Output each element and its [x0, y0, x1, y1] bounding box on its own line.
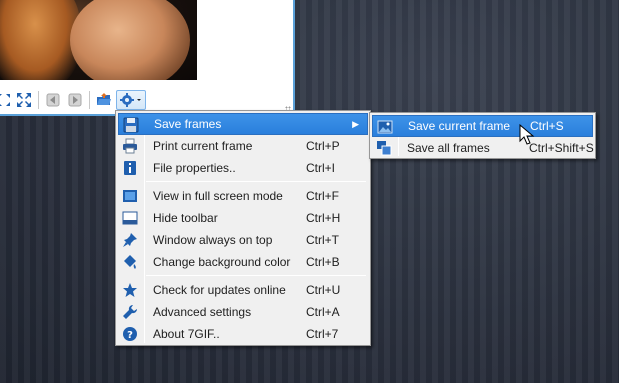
menu-item-label: Change background color [153, 255, 291, 269]
menu-item-advanced-settings[interactable]: Advanced settings Ctrl+A [118, 301, 368, 323]
menu-item-shortcut: Ctrl+T [306, 233, 339, 247]
fit-icon[interactable] [0, 90, 14, 110]
fullscreen-icon [122, 188, 138, 204]
pin-icon [122, 232, 138, 248]
menu-item-label: Check for updates online [153, 283, 286, 297]
menu-item-label: Hide toolbar [153, 211, 218, 225]
submenu-arrow-icon: ▶ [352, 118, 359, 129]
menu-item-label: File properties.. [153, 161, 236, 175]
menu-item-label: Advanced settings [153, 305, 252, 319]
menu-item-shortcut: Ctrl+7 [306, 327, 339, 341]
toolbar-icon [122, 210, 138, 226]
menu-item-about[interactable]: ? About 7GIF.. Ctrl+7 [118, 323, 368, 345]
menu-item-check-updates[interactable]: Check for updates online Ctrl+U [118, 279, 368, 301]
menu-item-label: Print current frame [153, 139, 253, 153]
menu-item-label: Save all frames [407, 141, 490, 155]
menu-item-full-screen[interactable]: View in full screen mode Ctrl+F [118, 185, 368, 207]
menu-separator [146, 181, 366, 182]
help-icon: ? [122, 326, 138, 342]
menu-item-shortcut: Ctrl+S [530, 119, 564, 133]
menu-item-label: Save current frame [408, 119, 511, 133]
frames-icon [376, 140, 392, 156]
menu-item-always-on-top[interactable]: Window always on top Ctrl+T [118, 229, 368, 251]
svg-text:?: ? [127, 330, 133, 341]
menu-item-shortcut: Ctrl+A [306, 305, 340, 319]
menu-item-file-properties[interactable]: File properties.. Ctrl+I [118, 157, 368, 179]
paint-bucket-icon [122, 254, 138, 270]
save-frames-submenu: Save current frame Ctrl+S Save all frame… [369, 112, 596, 159]
menu-item-shortcut: Ctrl+H [306, 211, 341, 225]
toolbar-separator [38, 91, 39, 109]
toolbar [0, 88, 293, 112]
settings-menu-button[interactable] [116, 90, 146, 110]
mouse-cursor-icon [519, 124, 535, 145]
info-icon [122, 160, 138, 176]
app-window [0, 0, 295, 116]
image-content [70, 0, 190, 80]
previous-frame-icon[interactable] [43, 90, 63, 110]
menu-item-shortcut: Ctrl+U [306, 283, 341, 297]
printer-icon [122, 138, 138, 154]
menu-item-save-frames[interactable]: Save frames ▶ [118, 113, 368, 135]
next-frame-icon[interactable] [65, 90, 85, 110]
star-icon [122, 282, 138, 298]
context-menu: Save frames ▶ Print current frame Ctrl+P… [115, 110, 371, 346]
menu-item-label: Window always on top [153, 233, 273, 247]
menu-separator [146, 275, 366, 276]
menu-item-shortcut: Ctrl+F [306, 189, 339, 203]
wrench-icon [122, 304, 138, 320]
menu-item-save-current-frame[interactable]: Save current frame Ctrl+S [372, 115, 593, 137]
open-folder-icon[interactable] [94, 90, 114, 110]
menu-item-label: Save frames [154, 117, 222, 131]
menu-item-shortcut: Ctrl+Shift+S [529, 141, 594, 155]
menu-item-save-all-frames[interactable]: Save all frames Ctrl+Shift+S [372, 137, 594, 159]
menu-item-shortcut: Ctrl+I [306, 161, 336, 175]
picture-icon [377, 119, 393, 135]
menu-item-label: About 7GIF.. [153, 327, 220, 341]
floppy-icon [123, 117, 139, 133]
image-content [0, 0, 80, 80]
menu-item-print-current-frame[interactable]: Print current frame Ctrl+P [118, 135, 368, 157]
menu-item-shortcut: Ctrl+B [306, 255, 340, 269]
menu-item-shortcut: Ctrl+P [306, 139, 340, 153]
actual-size-icon[interactable] [14, 90, 34, 110]
menu-item-hide-toolbar[interactable]: Hide toolbar Ctrl+H [118, 207, 368, 229]
gif-image-view [0, 0, 197, 80]
toolbar-separator [89, 91, 90, 109]
menu-item-background-color[interactable]: Change background color Ctrl+B [118, 251, 368, 273]
menu-item-label: View in full screen mode [153, 189, 283, 203]
